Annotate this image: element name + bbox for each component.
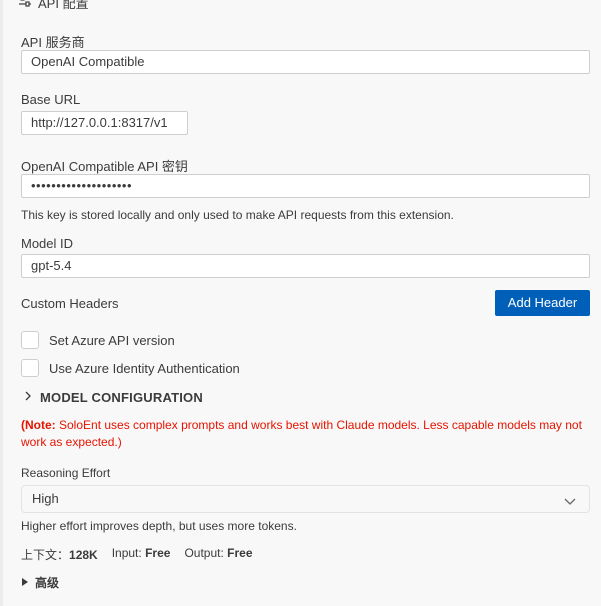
chevron-down-icon [563,491,577,517]
custom-headers-label: Custom Headers [21,296,119,311]
section-title: API 配置 [38,0,89,11]
model-config-toggle[interactable]: MODEL CONFIGURATION [24,390,203,405]
azure-identity-label: Use Azure Identity Authentication [49,360,240,376]
azure-version-checkbox[interactable] [21,331,39,349]
settings-sliders-icon [18,0,32,10]
input-price: Input: Free [112,546,171,563]
output-label: Output: [184,546,224,560]
output-price: Output: Free [184,546,252,563]
add-header-button[interactable]: Add Header [495,290,590,316]
api-key-input[interactable]: •••••••••••••••••••• [21,174,590,198]
model-meta: 上下文：128K Input: Free Output: Free [21,546,253,563]
advanced-label: 高级 [35,576,60,590]
input-value: Free [145,546,171,560]
base-url-label: Base URL [21,92,81,107]
provider-label: API 服务商 [21,35,85,50]
reasoning-select[interactable]: High [21,485,590,513]
api-key-label: OpenAI Compatible API 密钥 [21,159,188,174]
azure-identity-checkbox[interactable] [21,359,39,377]
api-key-help: This key is stored locally and only used… [21,208,454,222]
model-id-input[interactable]: gpt-5.4 [21,254,590,278]
left-divider [0,0,3,606]
provider-field[interactable]: OpenAI Compatible [21,50,590,74]
reasoning-label: Reasoning Effort [21,466,111,480]
input-label: Input: [111,546,142,560]
output-value: Free [227,546,253,560]
chevron-right-icon [24,390,32,405]
note-text: SoloEnt uses complex prompts and works b… [21,418,582,449]
azure-version-checkbox-row[interactable]: Set Azure API version [21,331,175,349]
model-config-note: (Note: SoloEnt uses complex prompts and … [21,417,586,451]
advanced-toggle[interactable]: 高级 [21,574,59,591]
base-url-input[interactable]: http://127.0.0.1:8317/v1 [21,111,188,135]
reasoning-value: High [32,491,59,506]
model-id-label: Model ID [21,236,74,251]
section-header: API 配置 [18,0,89,12]
note-prefix: (Note: [21,418,56,432]
model-config-title: MODEL CONFIGURATION [40,390,203,405]
caret-right-icon [21,576,29,590]
azure-identity-checkbox-row[interactable]: Use Azure Identity Authentication [21,359,240,377]
context-value: 128K [69,548,98,562]
reasoning-help: Higher effort improves depth, but uses m… [21,519,297,533]
context-info: 上下文：128K [21,546,98,563]
azure-version-label: Set Azure API version [49,332,175,348]
context-label: 上下文： [21,548,70,562]
